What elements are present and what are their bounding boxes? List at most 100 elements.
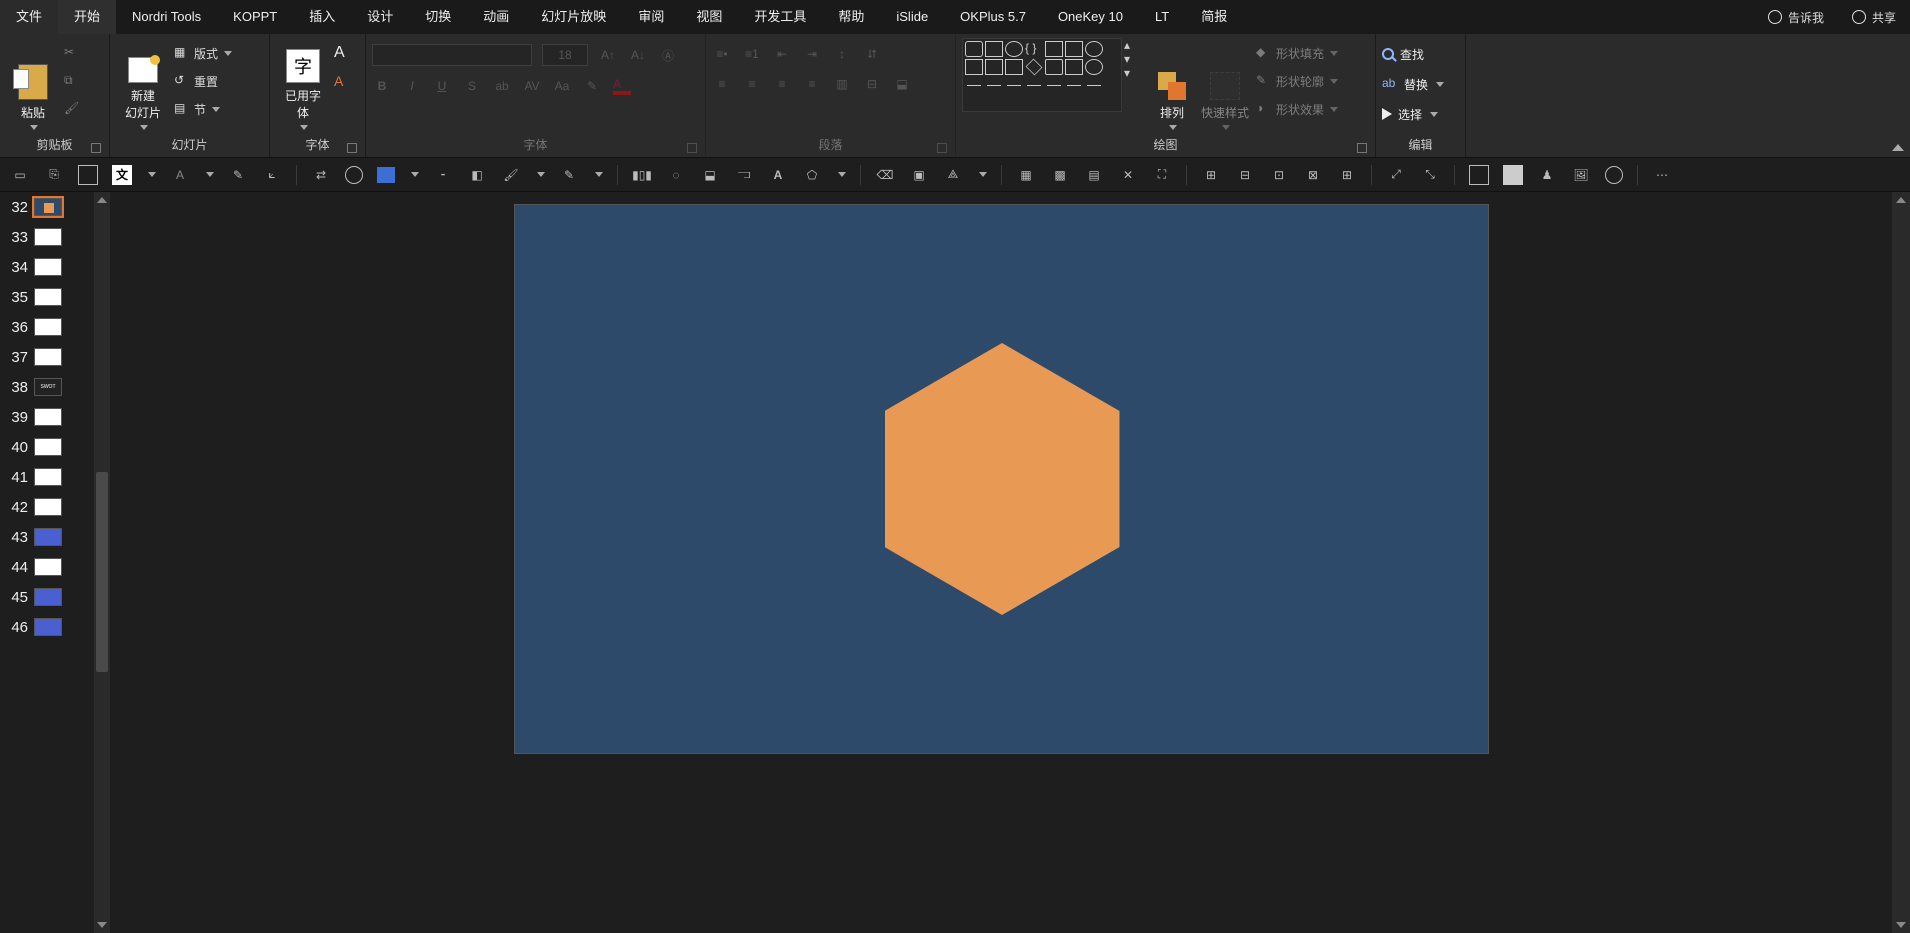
para-dialog-launcher[interactable] xyxy=(937,143,947,153)
tab-design[interactable]: 设计 xyxy=(351,0,409,34)
grow-font-button[interactable]: A↑ xyxy=(598,45,618,65)
tb-frame-icon[interactable] xyxy=(78,165,98,185)
used-fonts-button[interactable]: 字 已用字 体 xyxy=(276,38,330,130)
reset-button[interactable]: ↺重置 xyxy=(174,70,258,92)
tb-shape-icon[interactable]: ⬠ xyxy=(802,165,822,185)
tab-koppt[interactable]: KOPPT xyxy=(217,0,293,34)
format-painter-button[interactable]: 🖌 xyxy=(64,98,80,120)
numbering-button[interactable]: ≡1 xyxy=(742,44,762,64)
smartart-button[interactable]: ⬓ xyxy=(892,74,912,94)
case-button[interactable]: Aa xyxy=(552,76,572,96)
tab-okplus[interactable]: OKPlus 5.7 xyxy=(944,0,1042,34)
columns-button[interactable]: ▥ xyxy=(832,74,852,94)
collapse-ribbon-button[interactable] xyxy=(1886,34,1910,157)
tb-lamp-icon[interactable]: ♟ xyxy=(1537,165,1557,185)
tb-flip-icon[interactable]: ⟁ xyxy=(943,165,963,185)
draw-dialog-launcher[interactable] xyxy=(1357,143,1367,153)
cut-button[interactable]: ✂ xyxy=(64,42,80,64)
indent-inc-button[interactable]: ⇥ xyxy=(802,44,822,64)
canvas-scrollbar[interactable] xyxy=(1892,192,1910,933)
tb-c5-icon[interactable]: ⊞ xyxy=(1337,165,1357,185)
tb-c3-icon[interactable]: ⊡ xyxy=(1269,165,1289,185)
tb-union-icon[interactable]: ⬓ xyxy=(700,165,720,185)
section-button[interactable]: ▤节 xyxy=(174,98,258,120)
highlight-button[interactable]: ✎ xyxy=(582,76,602,96)
align-right-button[interactable]: ≡ xyxy=(772,74,792,94)
align-left-button[interactable]: ≡ xyxy=(712,74,732,94)
tb-more-icon[interactable]: ⋯ xyxy=(1652,165,1672,185)
tb-split-icon[interactable]: ⫎ xyxy=(734,165,754,185)
tb-pen-icon[interactable]: ✎ xyxy=(228,165,248,185)
gallery-up[interactable]: ▴ xyxy=(1124,38,1140,52)
shape-effects-button[interactable]: ◑形状效果 xyxy=(1256,98,1356,120)
tab-onekey[interactable]: OneKey 10 xyxy=(1042,0,1139,34)
gallery-down[interactable]: ▾ xyxy=(1124,52,1140,66)
layout-button[interactable]: ▦版式 xyxy=(174,42,258,64)
tab-home[interactable]: 开始 xyxy=(58,0,116,34)
tb-b2-icon[interactable]: ▩ xyxy=(1050,165,1070,185)
scrollbar-thumb[interactable] xyxy=(96,472,108,672)
tb-d1-icon[interactable]: ⤢ xyxy=(1386,165,1406,185)
tb-swap-icon[interactable]: ⇄ xyxy=(311,165,331,185)
slide-canvas[interactable] xyxy=(514,204,1489,754)
shadow-button[interactable]: ab xyxy=(492,76,512,96)
tb-c2-icon[interactable]: ⊟ xyxy=(1235,165,1255,185)
tab-lt[interactable]: LT xyxy=(1139,0,1185,34)
justify-button[interactable]: ≡ xyxy=(802,74,822,94)
quick-styles-button[interactable]: 快速样式 xyxy=(1198,38,1252,130)
tb-b1-icon[interactable]: ▦ xyxy=(1016,165,1036,185)
tab-islide[interactable]: iSlide xyxy=(880,0,944,34)
tb-overlap-icon[interactable]: ◌ xyxy=(666,165,686,185)
usedfont-dialog-launcher[interactable] xyxy=(347,143,357,153)
increase-font-a[interactable]: A xyxy=(334,42,345,64)
find-button[interactable]: 查找 xyxy=(1382,42,1459,66)
tb-circle2-icon[interactable] xyxy=(1605,166,1623,184)
tell-me[interactable]: 告诉我 xyxy=(1754,9,1838,26)
tb-b4-icon[interactable]: ✕ xyxy=(1118,165,1138,185)
paste-button[interactable]: 粘贴 xyxy=(6,38,60,130)
tab-nordri[interactable]: Nordri Tools xyxy=(116,0,217,34)
tb-dropper-icon[interactable]: ⁃ xyxy=(433,165,453,185)
tab-help[interactable]: 帮助 xyxy=(822,0,880,34)
clear-format-button[interactable]: Ⓐ xyxy=(658,45,678,65)
arrange-button[interactable]: 排列 xyxy=(1150,38,1194,130)
tb-image-icon[interactable]: 🖼 xyxy=(1571,165,1591,185)
tb-link-icon[interactable]: ⎘ xyxy=(44,165,64,185)
spacing-button[interactable]: AV xyxy=(522,76,542,96)
gallery-more[interactable]: ▾ xyxy=(1124,66,1140,80)
tb-a-icon[interactable]: A xyxy=(170,165,190,185)
tb-b5-icon[interactable]: ⛶ xyxy=(1152,165,1172,185)
tab-insert[interactable]: 插入 xyxy=(293,0,351,34)
tb-layer-icon[interactable]: ▣ xyxy=(909,165,929,185)
shape-outline-button[interactable]: ✎形状轮廓 xyxy=(1256,70,1356,92)
tb-doc-icon[interactable]: ▭ xyxy=(10,165,30,185)
tab-brief[interactable]: 简报 xyxy=(1185,0,1243,34)
replace-button[interactable]: ab替换 xyxy=(1382,72,1459,96)
share-button[interactable]: 共享 xyxy=(1838,9,1910,26)
align-center-button[interactable]: ≡ xyxy=(742,74,762,94)
hexagon-shape[interactable] xyxy=(885,343,1120,615)
tb-brush2-icon[interactable]: 🖌 xyxy=(501,165,521,185)
copy-button[interactable]: ⧉ xyxy=(64,70,80,92)
tb-fill-icon[interactable] xyxy=(377,167,395,183)
line-spacing-button[interactable]: ↕ xyxy=(832,44,852,64)
tab-animation[interactable]: 动画 xyxy=(467,0,525,34)
new-slide-button[interactable]: 新建 幻灯片 xyxy=(116,38,170,130)
tb-eraser-icon[interactable]: ⌫ xyxy=(875,165,895,185)
tb-c1-icon[interactable]: ⊞ xyxy=(1201,165,1221,185)
slide-canvas-area[interactable] xyxy=(110,192,1892,933)
text-direction-button[interactable]: ⮃ xyxy=(862,44,882,64)
tab-slideshow[interactable]: 幻灯片放映 xyxy=(525,0,622,34)
shrink-font-button[interactable]: A↓ xyxy=(628,45,648,65)
underline-button[interactable]: U xyxy=(432,76,452,96)
tb-square-icon[interactable] xyxy=(1503,165,1523,185)
tab-view[interactable]: 视图 xyxy=(680,0,738,34)
tb-d2-icon[interactable]: ⤡ xyxy=(1420,165,1440,185)
shapes-gallery[interactable]: { } xyxy=(962,38,1122,112)
tb-circle-icon[interactable] xyxy=(345,166,363,184)
tb-angle-icon[interactable]: ⟀ xyxy=(262,165,282,185)
tb-text-icon[interactable]: 文 xyxy=(112,165,132,185)
thumbnail-scrollbar[interactable] xyxy=(94,192,110,933)
tb-pen2-icon[interactable]: ✎ xyxy=(559,165,579,185)
italic-button[interactable]: I xyxy=(402,76,422,96)
